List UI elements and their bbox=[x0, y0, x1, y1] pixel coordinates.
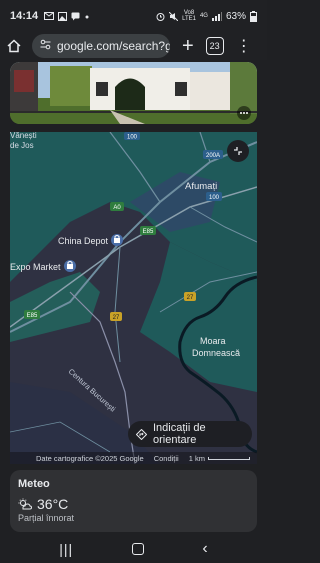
weather-title: Meteo bbox=[18, 478, 50, 490]
road-shield-200a: 200A bbox=[203, 150, 223, 159]
url-text: google.com/search?gs_ bbox=[57, 39, 170, 53]
site-settings-icon[interactable] bbox=[40, 39, 51, 53]
directions-icon bbox=[136, 428, 147, 440]
map-canvas[interactable]: 100 200A 100 A0 E85 E85 27 27 Vănești de… bbox=[10, 132, 257, 464]
svg-text:27: 27 bbox=[113, 315, 120, 321]
weather-condition: Parțial înnorat bbox=[18, 513, 75, 523]
road-shield-27-right: 27 bbox=[184, 292, 196, 301]
road-shield-e85-top: E85 bbox=[140, 226, 156, 235]
status-bar: 14:14 Vo8 LTE1 4G 63% bbox=[0, 0, 267, 32]
chat-icon bbox=[71, 12, 80, 20]
map[interactable]: 100 200A 100 A0 E85 E85 27 27 Vănești de… bbox=[10, 132, 257, 464]
home-icon[interactable] bbox=[6, 38, 22, 54]
svg-text:E85: E85 bbox=[143, 229, 154, 235]
svg-text:100: 100 bbox=[127, 135, 138, 141]
map-footer: Date cartografice ©2025 Google Condiții … bbox=[10, 452, 257, 464]
map-credits: Date cartografice ©2025 Google bbox=[36, 453, 144, 463]
svg-text:27: 27 bbox=[187, 295, 194, 301]
place-photo[interactable] bbox=[10, 62, 257, 124]
status-time: 14:14 bbox=[10, 10, 39, 22]
tab-switcher-button[interactable]: 23 bbox=[205, 37, 224, 55]
directions-label: Indicații de orientare bbox=[153, 422, 206, 446]
system-nav-bar: ||| ‹ bbox=[0, 534, 267, 563]
svg-text:100: 100 bbox=[209, 195, 220, 201]
svg-text:E85: E85 bbox=[27, 313, 38, 319]
place-label-afumati: Afumați bbox=[185, 181, 217, 192]
place-label-vanestii-line1: Vănești bbox=[10, 132, 37, 140]
partly-cloudy-icon bbox=[18, 498, 32, 510]
recent-apps-icon[interactable]: ||| bbox=[59, 541, 73, 557]
road-shield-27-left: 27 bbox=[110, 312, 122, 321]
road-shield-e85-left: E85 bbox=[24, 310, 40, 319]
svg-text:A0: A0 bbox=[113, 205, 121, 211]
image-icon bbox=[58, 11, 68, 21]
map-terms-link[interactable]: Condiții bbox=[154, 454, 179, 463]
poi-expo-market[interactable]: Expo Market bbox=[10, 260, 76, 272]
place-label-moara-line1: Moara bbox=[200, 336, 226, 346]
browser-toolbar: google.com/search?gs_ + 23 ⋮ bbox=[0, 32, 267, 60]
battery-percent: 63% bbox=[225, 10, 246, 22]
svg-text:200A: 200A bbox=[206, 153, 220, 159]
place-label-moara-line2: Domnească bbox=[192, 348, 240, 358]
address-bar[interactable]: google.com/search?gs_ bbox=[32, 34, 170, 58]
collapse-map-icon[interactable] bbox=[227, 140, 249, 162]
photo-more-icon[interactable] bbox=[237, 106, 251, 120]
svg-text:China Depot: China Depot bbox=[58, 236, 109, 246]
mail-icon bbox=[44, 11, 55, 20]
road-shield-100-top: 100 bbox=[124, 132, 140, 141]
battery-icon bbox=[250, 10, 257, 22]
place-label-vanestii-line2: de Jos bbox=[10, 141, 34, 150]
road-shield-100-right: 100 bbox=[206, 192, 222, 201]
alarm-icon bbox=[156, 12, 165, 21]
new-tab-icon[interactable]: + bbox=[182, 36, 194, 56]
back-icon[interactable]: ‹ bbox=[202, 540, 207, 558]
svg-text:Expo Market: Expo Market bbox=[10, 262, 61, 272]
home-nav-icon[interactable] bbox=[131, 542, 144, 555]
road-shield-a0: A0 bbox=[110, 202, 124, 211]
notification-dot-icon bbox=[85, 15, 89, 18]
map-scale: 1 km bbox=[189, 454, 250, 463]
directions-button[interactable]: Indicații de orientare bbox=[128, 421, 252, 447]
mute-icon bbox=[169, 11, 179, 21]
poi-china-depot[interactable]: China Depot bbox=[58, 234, 123, 246]
weather-card[interactable]: Meteo 36°C Parțial înnorat bbox=[10, 470, 257, 532]
more-menu-icon[interactable]: ⋮ bbox=[236, 36, 252, 56]
weather-temperature: 36°C bbox=[37, 496, 69, 512]
signal-icon bbox=[211, 11, 222, 21]
